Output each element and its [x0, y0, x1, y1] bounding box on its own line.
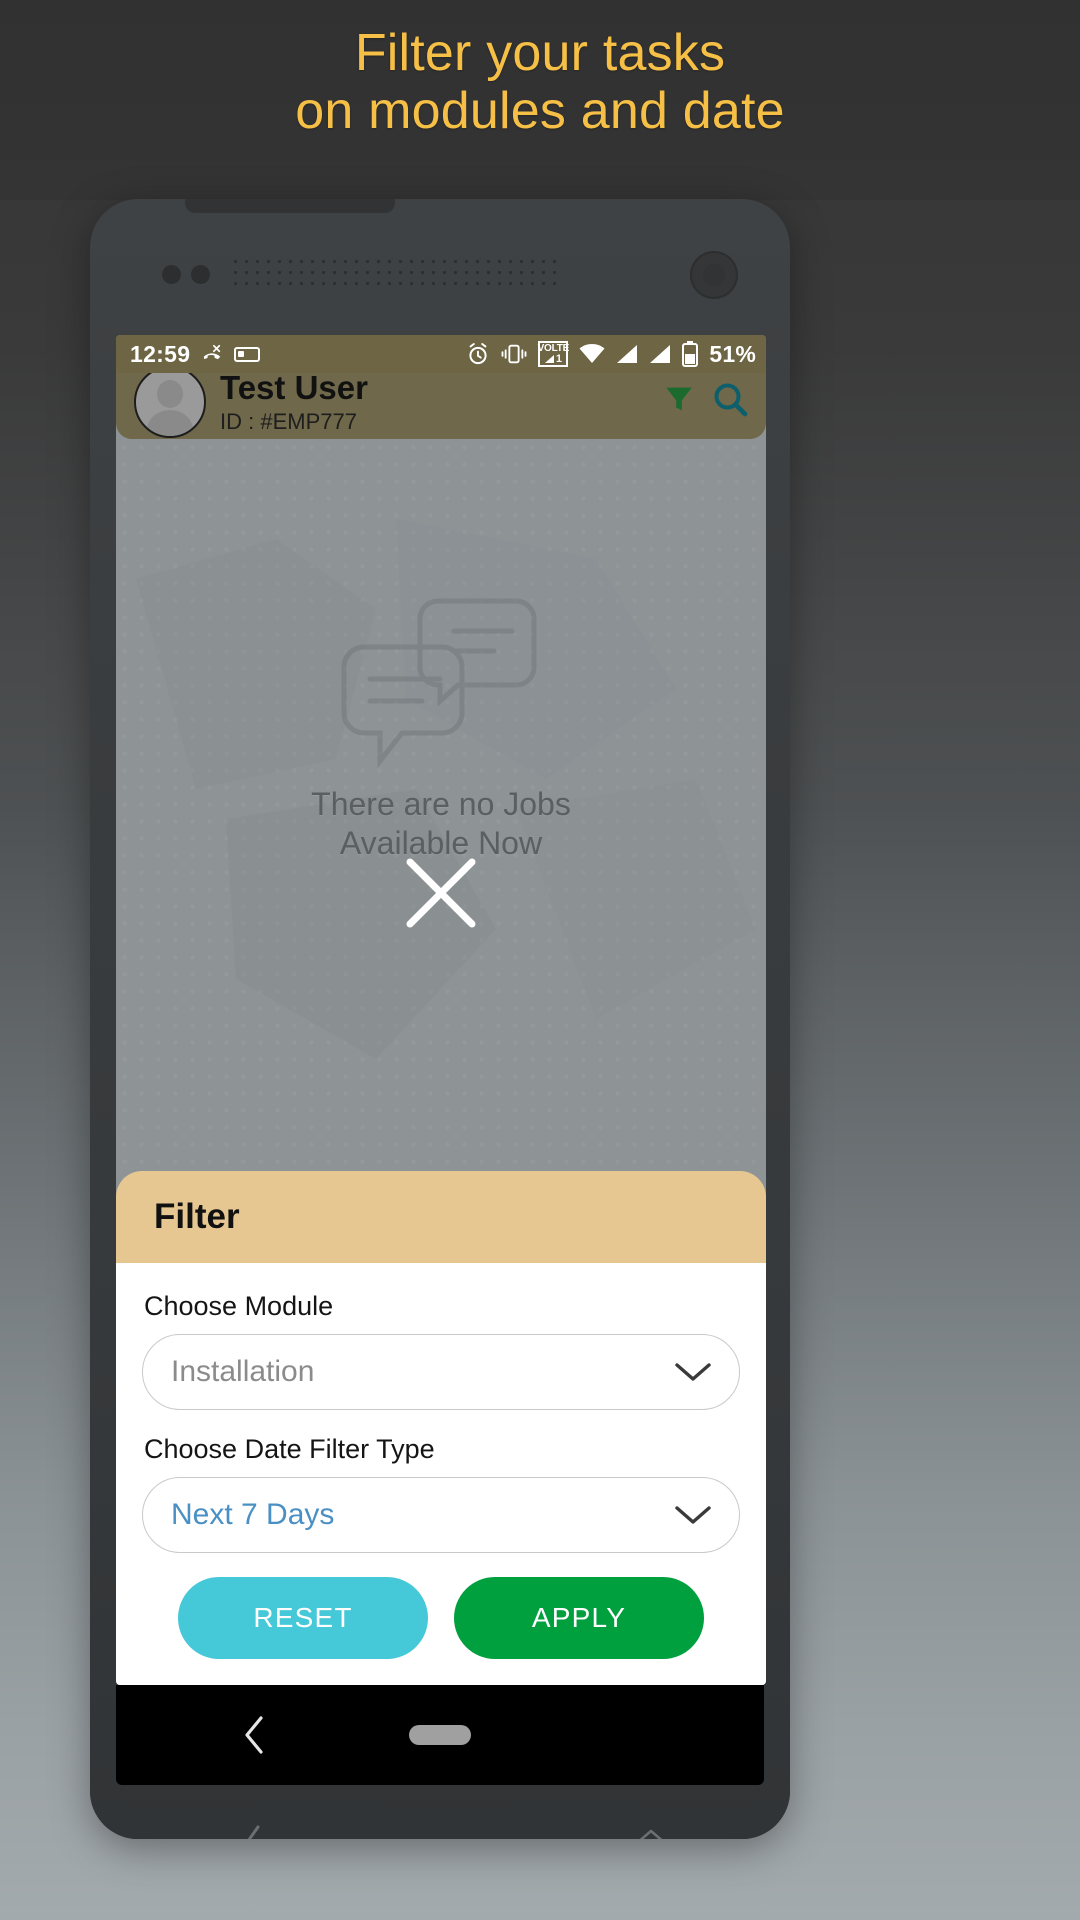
wifi-icon	[579, 344, 605, 364]
status-bar: 12:59 VOLTE 1 51%	[116, 335, 766, 373]
android-nav-bar	[116, 1685, 764, 1785]
search-icon[interactable]	[710, 379, 750, 419]
home-pill-icon[interactable]	[409, 1725, 471, 1745]
close-x-icon[interactable]	[402, 854, 480, 932]
volte-sim-row: 1	[544, 352, 562, 365]
promo-headline: Filter your tasks on modules and date	[0, 24, 1080, 140]
filter-sheet-header: Filter	[116, 1171, 766, 1263]
battery-icon	[682, 341, 699, 367]
volte-sim-number: 1	[555, 352, 562, 365]
alarm-icon	[466, 342, 490, 366]
empty-state-text: There are no Jobs Available Now	[311, 785, 571, 863]
status-bar-right: VOLTE 1 51%	[466, 341, 756, 368]
module-select-value: Installation	[171, 1355, 315, 1388]
phone-screen: Test User ID : #EMP777 12:59 VOLTE 1 51%…	[116, 335, 766, 1685]
empty-state-line1: There are no Jobs	[311, 786, 571, 822]
missed-call-icon	[201, 343, 223, 365]
phone-device-frame: Test User ID : #EMP777 12:59 VOLTE 1 51%…	[90, 199, 790, 1839]
choose-date-filter-type-label: Choose Date Filter Type	[144, 1434, 435, 1464]
promo-headline-line1: Filter your tasks	[354, 24, 726, 82]
choose-module-label: Choose Module	[144, 1291, 334, 1321]
device-top-bevel	[185, 199, 395, 213]
status-bar-left: 12:59	[130, 340, 261, 368]
user-info: Test User ID : #EMP777	[220, 368, 368, 434]
reset-button[interactable]: RESET	[178, 1577, 428, 1659]
funnel-icon[interactable]	[662, 382, 696, 416]
back-chevron-icon[interactable]	[240, 1824, 266, 1839]
signal-sim2-icon	[649, 344, 671, 364]
avatar[interactable]	[134, 366, 206, 438]
chat-bubbles-icon	[341, 598, 537, 769]
battery-percent: 51%	[709, 340, 756, 367]
filter-sheet-actions: RESET APPLY	[142, 1577, 740, 1659]
status-time: 12:59	[130, 340, 191, 367]
earpiece-speaker-grill	[230, 256, 560, 290]
filter-bottom-sheet: Filter Choose Module Installation Choose…	[116, 1171, 766, 1685]
date-filter-select-value: Next 7 Days	[171, 1498, 335, 1531]
back-chevron-icon[interactable]	[240, 1714, 270, 1756]
signal-sim1-icon	[616, 344, 638, 364]
promo-headline-line2: on modules and date	[295, 82, 785, 141]
user-id: ID : #EMP777	[220, 408, 357, 434]
home-outline-icon[interactable]	[634, 1827, 668, 1839]
front-camera-icon	[690, 251, 738, 299]
sd-card-icon	[234, 344, 261, 364]
header-actions	[662, 379, 750, 425]
volte-label: VOLTE	[537, 342, 570, 354]
volte-icon: VOLTE 1	[537, 341, 570, 367]
chevron-down-icon	[675, 1506, 711, 1524]
empty-state: There are no Jobs Available Now	[116, 589, 766, 863]
light-sensor-icon	[191, 265, 210, 284]
device-nav-hints	[116, 1799, 764, 1839]
date-filter-select[interactable]: Next 7 Days	[142, 1477, 740, 1553]
proximity-sensor-icon	[162, 265, 181, 284]
module-select[interactable]: Installation	[142, 1334, 740, 1410]
filter-sheet-body: Choose Module Installation Choose Date F…	[116, 1263, 766, 1685]
apply-button[interactable]: APPLY	[454, 1577, 704, 1659]
vibrate-icon	[501, 343, 527, 365]
chevron-down-icon	[675, 1363, 711, 1381]
filter-sheet-title: Filter	[154, 1197, 240, 1236]
user-name: Test User	[220, 368, 368, 406]
